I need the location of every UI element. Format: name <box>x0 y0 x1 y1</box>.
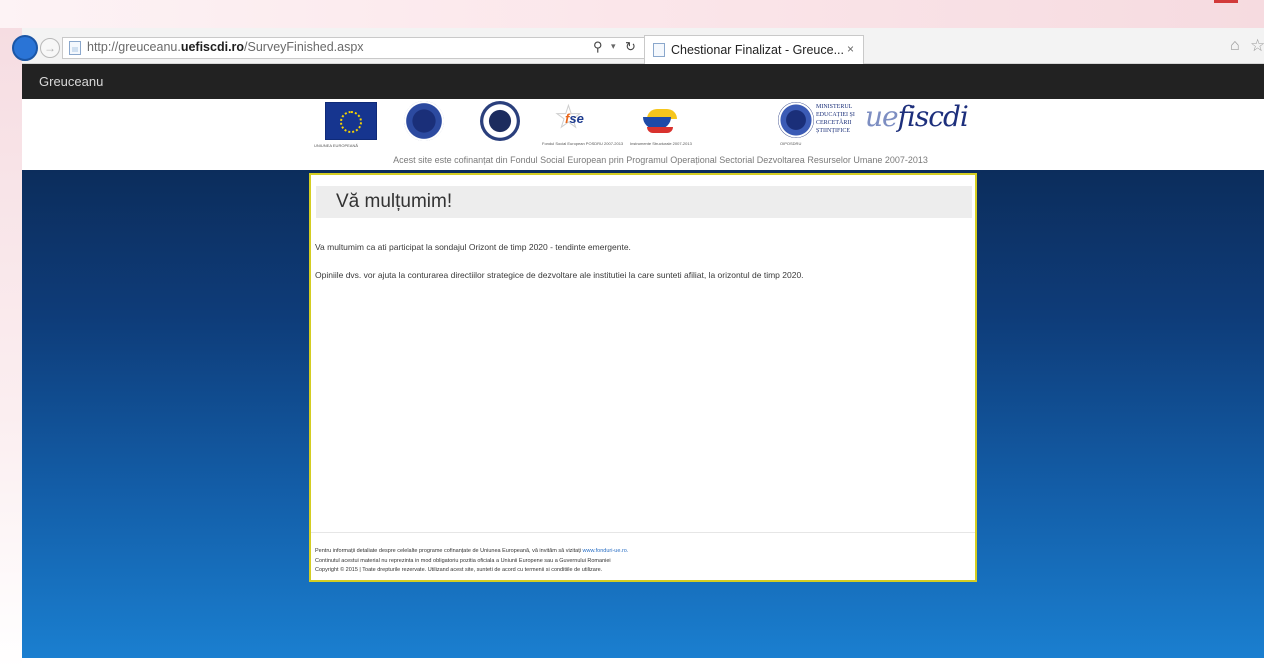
ministry-text: MINISTERUL EDUCAȚIEI ȘI CERCETĂRII ȘTIIN… <box>816 104 855 134</box>
brand-link[interactable]: Greuceanu <box>39 74 103 89</box>
chevron-down-icon[interactable]: ▾ <box>611 41 616 52</box>
footer-info: Pentru informații detaliate despre celel… <box>315 548 629 554</box>
tab-title: Chestionar Finalizat - Greuce... <box>671 43 844 57</box>
home-icon[interactable]: ⌂ <box>1230 37 1240 55</box>
site-navbar: Greuceanu <box>22 64 1264 99</box>
browser-toolbar: → http://greuceanu.uefiscdi.ro/SurveyFin… <box>12 28 1264 64</box>
content-panel: Vă mulțumim! Va multumim ca ati particip… <box>309 173 977 582</box>
fse-text: fse <box>565 111 584 126</box>
logo-header: UNIUNEA EUROPEANĂ ★ fse Fondul Social Eu… <box>22 99 1264 170</box>
is-caption: Instrumente Structurale 2007-2013 <box>630 141 692 146</box>
fse-logo: ★ fse <box>555 102 595 137</box>
back-button[interactable] <box>12 35 38 61</box>
opinion-message: Opiniile dvs. vor ajuta la conturarea di… <box>315 270 804 280</box>
footer-copyright: Copyright © 2015 | Toate drepturile reze… <box>315 567 603 573</box>
search-icon[interactable]: ⚲ <box>593 39 603 55</box>
is-logo-red <box>647 127 673 133</box>
thank-you-message: Va multumim ca ati participat la sondaju… <box>315 242 631 252</box>
cofinance-notice: Acest site este cofinanțat din Fondul So… <box>393 155 928 165</box>
screenshot-frame-top <box>0 0 1264 28</box>
page-title: Vă mulțumim! <box>336 191 453 212</box>
main-background: Vă mulțumim! Va multumim ca ati particip… <box>22 170 1264 658</box>
page-icon <box>69 41 81 55</box>
footer-divider <box>311 532 975 533</box>
tab-page-icon <box>653 43 665 57</box>
screenshot-frame-bottom <box>22 658 1264 669</box>
government-emblem-logo <box>480 101 520 141</box>
browser-tab[interactable]: Chestionar Finalizat - Greuce... × <box>644 35 864 64</box>
favorites-star-icon[interactable]: ☆ <box>1250 36 1264 56</box>
close-icon[interactable]: × <box>847 42 854 56</box>
romanian-government-seal-logo <box>404 101 444 141</box>
instrumente-structurale-logo <box>639 101 683 139</box>
eu-caption: UNIUNEA EUROPEANĂ <box>314 143 359 148</box>
ministry-caption: OIPOSDRU <box>780 141 802 146</box>
fonduri-ue-link[interactable]: www.fonduri-ue.ro. <box>583 548 629 554</box>
window-accent-line <box>1214 0 1238 3</box>
ministry-seal-logo <box>778 102 814 138</box>
uefiscdi-logo: uefiscdi <box>865 100 969 133</box>
panel-header: Vă mulțumim! <box>316 186 972 218</box>
url-text[interactable]: http://greuceanu.uefiscdi.ro/SurveyFinis… <box>87 40 364 54</box>
address-bar[interactable]: http://greuceanu.uefiscdi.ro/SurveyFinis… <box>62 37 660 59</box>
footer-disclaimer: Continutul acestui material nu reprezint… <box>315 558 611 564</box>
eu-stars-ring <box>340 111 362 133</box>
screenshot-frame-left <box>0 28 22 669</box>
forward-button[interactable]: → <box>40 38 60 58</box>
refresh-icon[interactable]: ↻ <box>625 39 636 55</box>
eu-flag-logo <box>325 102 377 140</box>
fse-caption: Fondul Social European POSDRU 2007-2013 <box>542 141 624 146</box>
